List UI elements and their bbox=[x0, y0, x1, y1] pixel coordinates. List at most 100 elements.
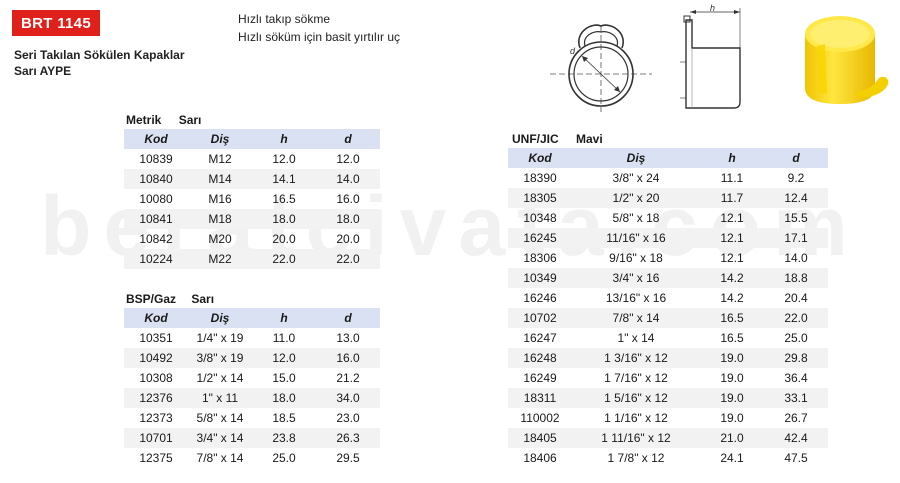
cell-d: 9.2 bbox=[787, 171, 805, 185]
cell-h: 12.0 bbox=[252, 348, 316, 368]
cell-kod: 16249 bbox=[523, 371, 557, 385]
cell-kod: 16246 bbox=[523, 291, 557, 305]
column-header-d: d bbox=[764, 148, 828, 168]
cell-d: 13.0 bbox=[336, 331, 360, 345]
cell-kod: 12375 bbox=[139, 451, 173, 465]
feature-line-2: Hızlı söküm için basit yırtılır uç bbox=[238, 30, 401, 44]
cell-h: 24.1 bbox=[720, 451, 744, 465]
cell-dis: 3/8" x 19 bbox=[188, 348, 252, 368]
cell-h: 21.0 bbox=[700, 428, 764, 448]
table-row: 16248 1 3/16" x 12 19.0 29.8 bbox=[508, 348, 828, 368]
cell-h: 16.5 bbox=[720, 331, 744, 345]
cell-dis: 11/16" x 16 bbox=[572, 228, 700, 248]
table-row: 18406 1 7/8" x 12 24.1 47.5 bbox=[508, 448, 828, 468]
column-header-dis: Diş bbox=[188, 308, 252, 328]
cell-h: 12.1 bbox=[720, 251, 744, 265]
cell-dis: 3/4" x 14 bbox=[188, 428, 252, 448]
feature-line-1: Hızlı takıp sökme bbox=[238, 12, 331, 26]
cell-kod: 10351 bbox=[139, 331, 173, 345]
cell-d: 25.0 bbox=[784, 331, 808, 345]
cell-h: 18.5 bbox=[272, 411, 296, 425]
cell-d: 20.4 bbox=[784, 291, 808, 305]
cell-dis: M12 bbox=[208, 152, 232, 166]
table-row: 10492 3/8" x 19 12.0 16.0 bbox=[124, 348, 380, 368]
cell-h: 19.0 bbox=[700, 388, 764, 408]
cell-dis: 5/8" x 18 bbox=[612, 211, 660, 225]
cell-d: 18.0 bbox=[316, 209, 380, 229]
cell-kod: 16245 bbox=[508, 228, 572, 248]
product-material: Sarı AYPE bbox=[14, 64, 72, 78]
cell-kod: 18405 bbox=[508, 428, 572, 448]
cell-dis: 9/16" x 18 bbox=[609, 251, 663, 265]
cell-kod: 10349 bbox=[508, 268, 572, 288]
table-row: 110002 1 1/16" x 12 19.0 26.7 bbox=[508, 408, 828, 428]
table-row: 10348 5/8" x 18 12.1 15.5 bbox=[508, 208, 828, 228]
table-row: 18311 1 5/16" x 12 19.0 33.1 bbox=[508, 388, 828, 408]
table-row: 18390 3/8" x 24 11.1 9.2 bbox=[508, 168, 828, 188]
cell-dis: M18 bbox=[188, 209, 252, 229]
table-row: 10840 M14 14.1 14.0 bbox=[124, 169, 380, 189]
cell-dis: 1" x 14 bbox=[617, 331, 655, 345]
cell-d: 20.0 bbox=[336, 232, 360, 246]
table-row: 18405 1 11/16" x 12 21.0 42.4 bbox=[508, 428, 828, 448]
cell-d: 12.4 bbox=[764, 188, 828, 208]
cell-kod: 18305 bbox=[508, 188, 572, 208]
cell-h: 16.5 bbox=[272, 192, 296, 206]
column-header-kod: Kod bbox=[508, 148, 572, 168]
cell-h: 19.0 bbox=[720, 371, 744, 385]
cell-h: 19.0 bbox=[720, 411, 744, 425]
table-row: 10308 1/2" x 14 15.0 21.2 bbox=[124, 368, 380, 388]
cell-dis: 5/8" x 14 bbox=[196, 411, 244, 425]
cell-kod: 10492 bbox=[124, 348, 188, 368]
cell-dis: 1/4" x 19 bbox=[196, 331, 244, 345]
cell-h: 12.0 bbox=[272, 152, 296, 166]
column-header-kod: Kod bbox=[124, 308, 188, 328]
cell-kod: 18406 bbox=[523, 451, 557, 465]
cell-h: 19.0 bbox=[700, 348, 764, 368]
cell-d: 36.4 bbox=[784, 371, 808, 385]
cell-h: 14.2 bbox=[700, 268, 764, 288]
column-header-dis: Diş bbox=[572, 148, 700, 168]
cell-d: 47.5 bbox=[784, 451, 808, 465]
cell-dis: 3/8" x 24 bbox=[612, 171, 660, 185]
cell-h: 12.1 bbox=[720, 211, 744, 225]
column-header-h: h bbox=[252, 129, 316, 149]
cell-dis: 1" x 11 bbox=[188, 388, 252, 408]
cell-d: 34.0 bbox=[316, 388, 380, 408]
table-row: 16245 11/16" x 16 12.1 17.1 bbox=[508, 228, 828, 248]
unf-section-color: Mavi bbox=[576, 132, 603, 146]
cell-d: 15.5 bbox=[784, 211, 808, 225]
table-row: 16249 1 7/16" x 12 19.0 36.4 bbox=[508, 368, 828, 388]
cell-kod: 16247 bbox=[523, 331, 557, 345]
table-row: 10839 M12 12.0 12.0 bbox=[124, 149, 380, 169]
cell-h: 11.7 bbox=[700, 188, 764, 208]
cell-dis: 1 3/16" x 12 bbox=[572, 348, 700, 368]
table-row: 18305 1/2" x 20 11.7 12.4 bbox=[508, 188, 828, 208]
cell-d: 29.8 bbox=[764, 348, 828, 368]
column-header-dis: Diş bbox=[188, 129, 252, 149]
cell-h: 11.1 bbox=[720, 171, 744, 185]
table-row: 12373 5/8" x 14 18.5 23.0 bbox=[124, 408, 380, 428]
table-row: 16247 1" x 14 16.5 25.0 bbox=[508, 328, 828, 348]
cell-kod: 18390 bbox=[523, 171, 557, 185]
cell-h: 16.5 bbox=[700, 308, 764, 328]
cell-dis: 1 1/16" x 12 bbox=[604, 411, 668, 425]
cell-kod: 10348 bbox=[523, 211, 557, 225]
cell-dis: 1 5/16" x 12 bbox=[572, 388, 700, 408]
cell-d: 17.1 bbox=[764, 228, 828, 248]
cell-dis: 3/4" x 16 bbox=[572, 268, 700, 288]
cell-h: 15.0 bbox=[272, 371, 296, 385]
bsp-table: Kod Diş h d 10351 1/4" x 19 11.0 13.0 10492 3… bbox=[124, 308, 380, 468]
table-row: 10080 M16 16.5 16.0 bbox=[124, 189, 380, 209]
cell-d: 26.3 bbox=[316, 428, 380, 448]
cell-dis: 1/2" x 14 bbox=[196, 371, 244, 385]
product-title: Seri Takılan Sökülen Kapaklar bbox=[14, 48, 185, 62]
cell-kod: 10701 bbox=[124, 428, 188, 448]
cell-dis: 1/2" x 20 bbox=[572, 188, 700, 208]
cell-kod: 110002 bbox=[520, 411, 560, 425]
cell-h: 18.0 bbox=[252, 209, 316, 229]
cell-kod: 10839 bbox=[139, 152, 173, 166]
column-header-d: d bbox=[316, 129, 380, 149]
cell-h: 18.0 bbox=[252, 388, 316, 408]
cell-d: 22.0 bbox=[764, 308, 828, 328]
